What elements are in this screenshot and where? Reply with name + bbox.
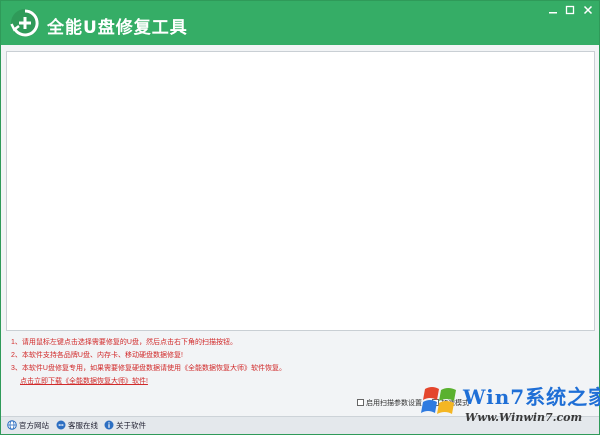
info-icon (104, 420, 114, 430)
website-label: 官方网站 (19, 421, 49, 430)
watermark-url: Www.Winwin7.com (465, 411, 583, 424)
minimize-button[interactable] (546, 4, 560, 16)
app-title: 全能U盘修复工具 (47, 18, 188, 38)
about-label: 关于软件 (116, 421, 146, 430)
support-link[interactable]: 客服在线 (56, 420, 98, 432)
maximize-icon (565, 5, 575, 15)
close-icon (583, 5, 593, 15)
watermark-brand: Win7系统之家 (463, 385, 600, 409)
watermark: Win7系统之家 Www.Winwin7.com (421, 377, 600, 433)
globe-icon (7, 420, 17, 430)
chat-icon (56, 420, 66, 430)
note-2: 2、本软件支持各品牌U盘、内存卡、移动硬盘数据修复! (11, 352, 183, 359)
website-link[interactable]: 官方网站 (7, 420, 49, 432)
app-window: 全能U盘修复工具 1、请用鼠标左键点击选择需要修复的U盘，然后点击右下角的扫描按… (0, 0, 600, 435)
maximize-button[interactable] (563, 4, 577, 16)
deep-scan-label[interactable]: 启用扫描参数设置 (366, 400, 422, 407)
minimize-icon (549, 12, 557, 14)
drive-list-panel[interactable] (6, 51, 595, 331)
about-link[interactable]: 关于软件 (104, 420, 146, 432)
note-1: 1、请用鼠标左键点击选择需要修复的U盘，然后点击右下角的扫描按钮。 (11, 339, 237, 346)
support-label: 客服在线 (68, 421, 98, 430)
close-button[interactable] (581, 4, 595, 16)
title-bar[interactable]: 全能U盘修复工具 (1, 1, 599, 45)
app-logo-icon (10, 9, 39, 37)
note-3: 3、本软件U盘修复专用，如果需要修复硬盘数据请使用《全能数据恢复大师》软件恢复。 (11, 365, 286, 372)
windows-flag-icon (421, 387, 456, 414)
deep-scan-checkbox[interactable] (357, 399, 364, 406)
